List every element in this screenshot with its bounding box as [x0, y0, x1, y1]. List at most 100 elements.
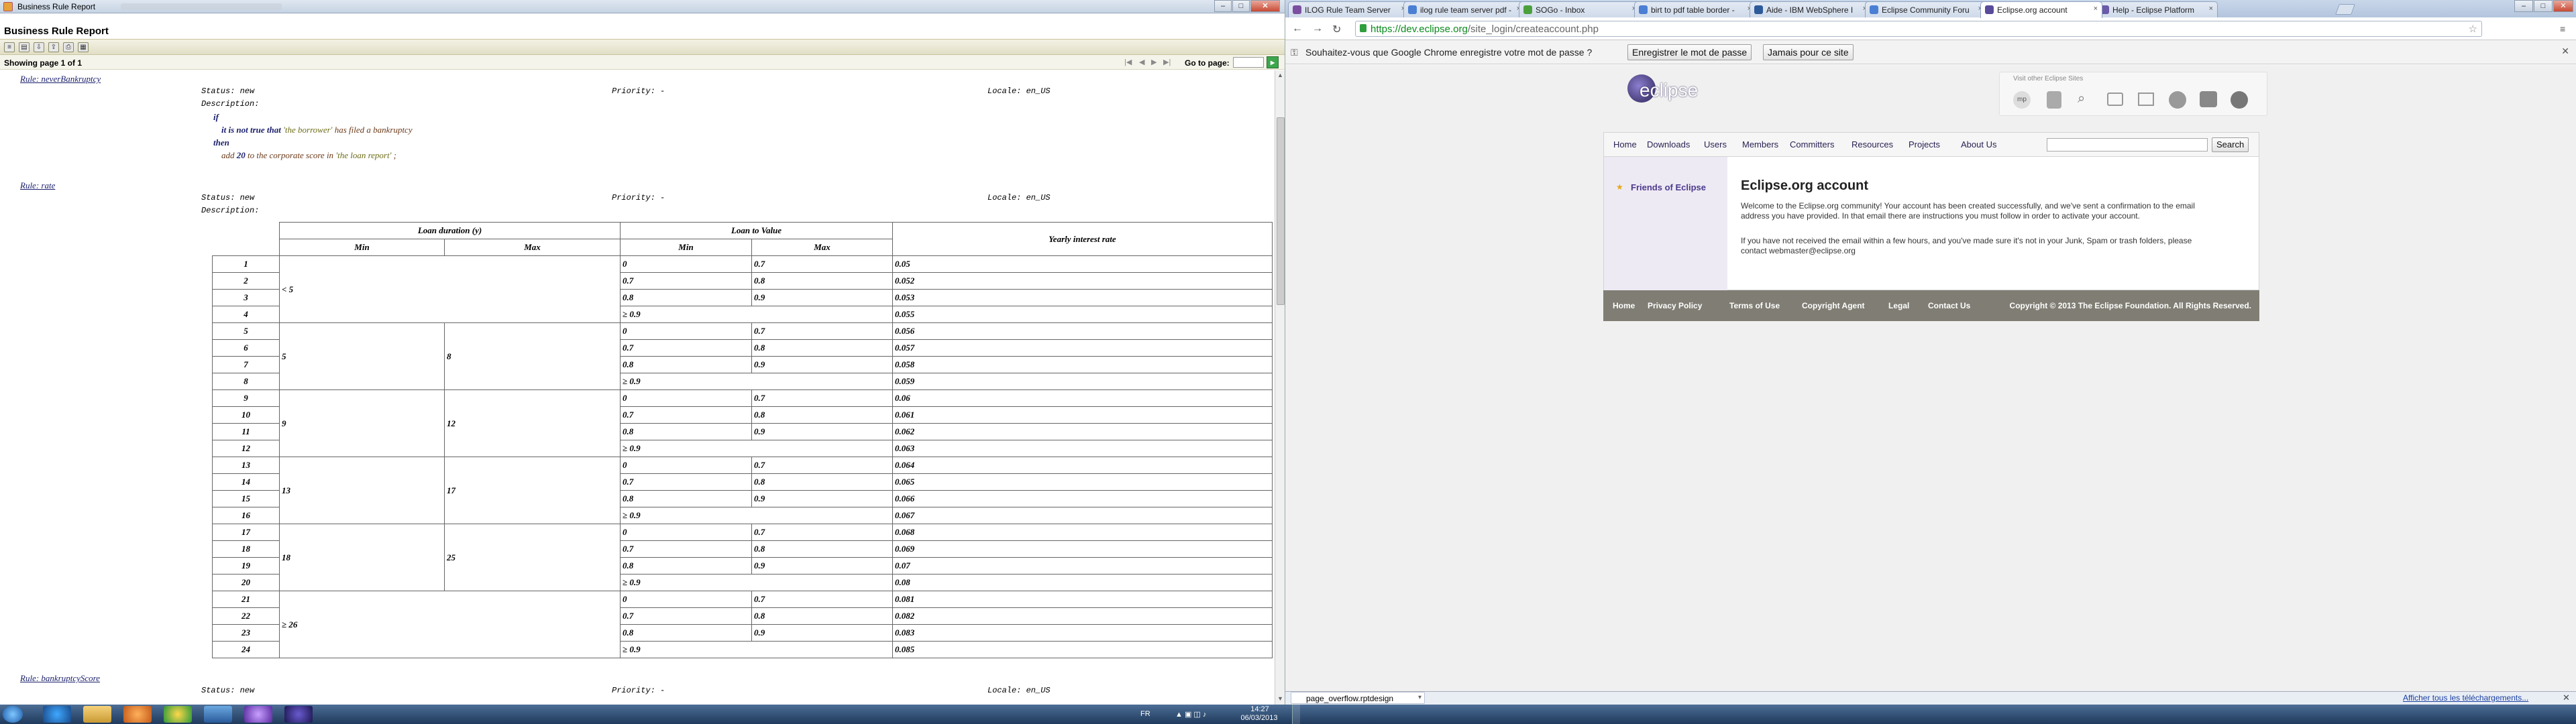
clock-time[interactable]: 14:27	[1241, 705, 1279, 713]
window-title: Business Rule Report	[17, 2, 96, 11]
table-of-contents-icon[interactable]: ≡	[4, 42, 15, 52]
parameters-icon[interactable]: ▤	[19, 42, 30, 52]
nav-item[interactable]: Users	[1704, 139, 1727, 149]
footer-link[interactable]: Privacy Policy	[1648, 301, 1702, 310]
scrollbar-thumb[interactable]	[1277, 117, 1285, 305]
scroll-down-icon[interactable]: ▼	[1277, 695, 1283, 702]
media-player-icon[interactable]	[123, 706, 152, 723]
nav-item[interactable]: Committers	[1790, 139, 1834, 149]
site-search-button[interactable]: Search	[2212, 137, 2249, 152]
browser-tab[interactable]: ILOG Rule Team Server×	[1288, 1, 1410, 17]
download-item[interactable]: page_overflow.rptdesign ▾	[1291, 692, 1425, 704]
footer-link[interactable]: Contact Us	[1928, 301, 1970, 310]
row-number: 6	[212, 339, 280, 357]
reload-icon[interactable]: ↻	[1332, 23, 1341, 36]
last-page-icon[interactable]: ▶|	[1163, 58, 1171, 66]
planet-icon[interactable]	[2200, 91, 2217, 107]
first-page-icon[interactable]: |◀	[1124, 58, 1132, 66]
eclipse-logo[interactable]: eclipse	[1611, 73, 1746, 107]
duration-min-cell: 18	[279, 524, 445, 591]
key-icon: ⚿	[1291, 47, 1298, 58]
address-bar[interactable]: https://dev.eclipse.org/site_login/creat…	[1355, 21, 2482, 37]
search-sites-icon[interactable]: ⌕	[2078, 91, 2085, 107]
report-window-titlebar[interactable]: Business Rule Report – □ ✕	[0, 0, 1285, 13]
browser-tab[interactable]: Aide - IBM WebSphere I×	[1750, 1, 1872, 17]
rate-cell: 0.061	[892, 406, 1273, 424]
ltv-max-cell: 0.7	[751, 255, 893, 273]
report-body: Rule: neverBankruptcy Status: new Priori…	[0, 70, 1275, 705]
download-menu-icon[interactable]: ▾	[1418, 694, 1421, 701]
report-scrollbar[interactable]: ▲ ▼	[1275, 70, 1285, 705]
close-button[interactable]: ✕	[1250, 0, 1280, 12]
maximize-button[interactable]: □	[1232, 0, 1250, 12]
forums-icon[interactable]	[2107, 93, 2123, 106]
clock-date[interactable]: 06/03/2013	[1236, 714, 1283, 722]
browser-restore-button[interactable]: □	[2534, 0, 2553, 12]
infobar-close-icon[interactable]: ✕	[2561, 46, 2569, 57]
export-data-icon[interactable]: ⇩	[34, 42, 44, 52]
nav-item[interactable]: Downloads	[1647, 139, 1690, 149]
browser-close-button[interactable]: ✕	[2553, 0, 2573, 12]
bugzilla-icon[interactable]	[2047, 91, 2061, 109]
new-tab-button[interactable]	[2335, 4, 2355, 15]
footer-link[interactable]: Home	[1613, 301, 1635, 310]
nav-item[interactable]: About Us	[1961, 139, 1996, 149]
row-number: 24	[212, 641, 280, 658]
print-icon[interactable]: ⎙	[63, 42, 74, 52]
footer-link[interactable]: Copyright Agent	[1802, 301, 1865, 310]
browser-tab[interactable]: SOGo - Inbox×	[1519, 1, 1641, 17]
footer-link[interactable]: Legal	[1888, 301, 1909, 310]
browser-tab[interactable]: Eclipse.org account ×	[1980, 1, 2102, 18]
browser-tab[interactable]: birt to pdf table border -×	[1634, 1, 1756, 17]
rule-status: Status: new	[201, 193, 255, 202]
nav-item[interactable]: Projects	[1909, 139, 1940, 149]
footer-link[interactable]: Terms of Use	[1729, 301, 1780, 310]
friends-of-eclipse-link[interactable]: Friends of Eclipse	[1631, 182, 1706, 192]
wiki-icon[interactable]	[2138, 93, 2154, 106]
bookmark-star-icon[interactable]: ☆	[2469, 23, 2477, 35]
tab-close-icon[interactable]: ×	[2094, 5, 2098, 13]
minimize-button[interactable]: –	[1214, 0, 1232, 12]
wrench-menu-icon[interactable]: ≡	[2560, 23, 2565, 34]
site-footer: Home Privacy Policy Terms of Use Copyright …	[1603, 290, 2259, 321]
terminal-icon[interactable]	[204, 706, 232, 723]
print-server-icon[interactable]: ▦	[78, 42, 89, 52]
tray-icons[interactable]: ▲ ▣ ◫ ♪	[1175, 710, 1206, 719]
next-page-icon[interactable]: ▶	[1151, 58, 1157, 66]
previous-page-icon[interactable]: ◀	[1139, 58, 1144, 66]
tab-close-icon[interactable]: ×	[2209, 5, 2213, 13]
never-for-site-button[interactable]: Jamais pour ce site	[1763, 44, 1854, 60]
nav-item[interactable]: Members	[1742, 139, 1778, 149]
chrome-icon[interactable]	[164, 706, 192, 723]
site-search-input[interactable]	[2047, 138, 2208, 152]
show-all-downloads-link[interactable]: Afficher tous les téléchargements...	[2403, 693, 2528, 703]
nav-item[interactable]: Resources	[1851, 139, 1893, 149]
downloads-close-icon[interactable]: ✕	[2563, 692, 2570, 703]
language-indicator[interactable]: FR	[1140, 710, 1150, 718]
save-password-button[interactable]: Enregistrer le mot de passe	[1627, 44, 1752, 60]
forward-icon[interactable]: →	[1312, 23, 1323, 35]
start-button[interactable]	[3, 706, 23, 723]
nav-item[interactable]: Home	[1613, 139, 1637, 149]
browser-minimize-button[interactable]: –	[2514, 0, 2533, 12]
eclipse-logo-text: eclipse	[1640, 80, 1699, 101]
downloads-icon[interactable]	[2169, 91, 2186, 109]
tab-label: SOGo - Inbox	[1536, 5, 1585, 15]
show-desktop-button[interactable]	[1292, 705, 1300, 724]
browser-tab[interactable]: ilog rule team server pdf -×	[1403, 1, 1525, 17]
browser-tab[interactable]: Eclipse Community Foru×	[1865, 1, 1987, 17]
goto-page-input[interactable]	[1233, 57, 1264, 68]
row-number: 15	[212, 490, 280, 507]
app-icon-purple[interactable]	[244, 706, 272, 723]
browser-tab[interactable]: Help - Eclipse Platform ×	[2096, 1, 2218, 17]
marketplace-icon[interactable]: mp	[2013, 91, 2031, 109]
eclipse-icon[interactable]	[284, 706, 313, 723]
goto-page-button[interactable]: ▸	[1267, 56, 1279, 68]
export-report-icon[interactable]: ⇪	[48, 42, 59, 52]
scroll-up-icon[interactable]: ▲	[1277, 72, 1283, 78]
app-icon	[3, 2, 13, 11]
explorer-icon[interactable]	[83, 706, 111, 723]
live-icon[interactable]	[2231, 91, 2248, 109]
ie-icon[interactable]	[43, 706, 71, 723]
back-icon[interactable]: ←	[1292, 23, 1303, 35]
